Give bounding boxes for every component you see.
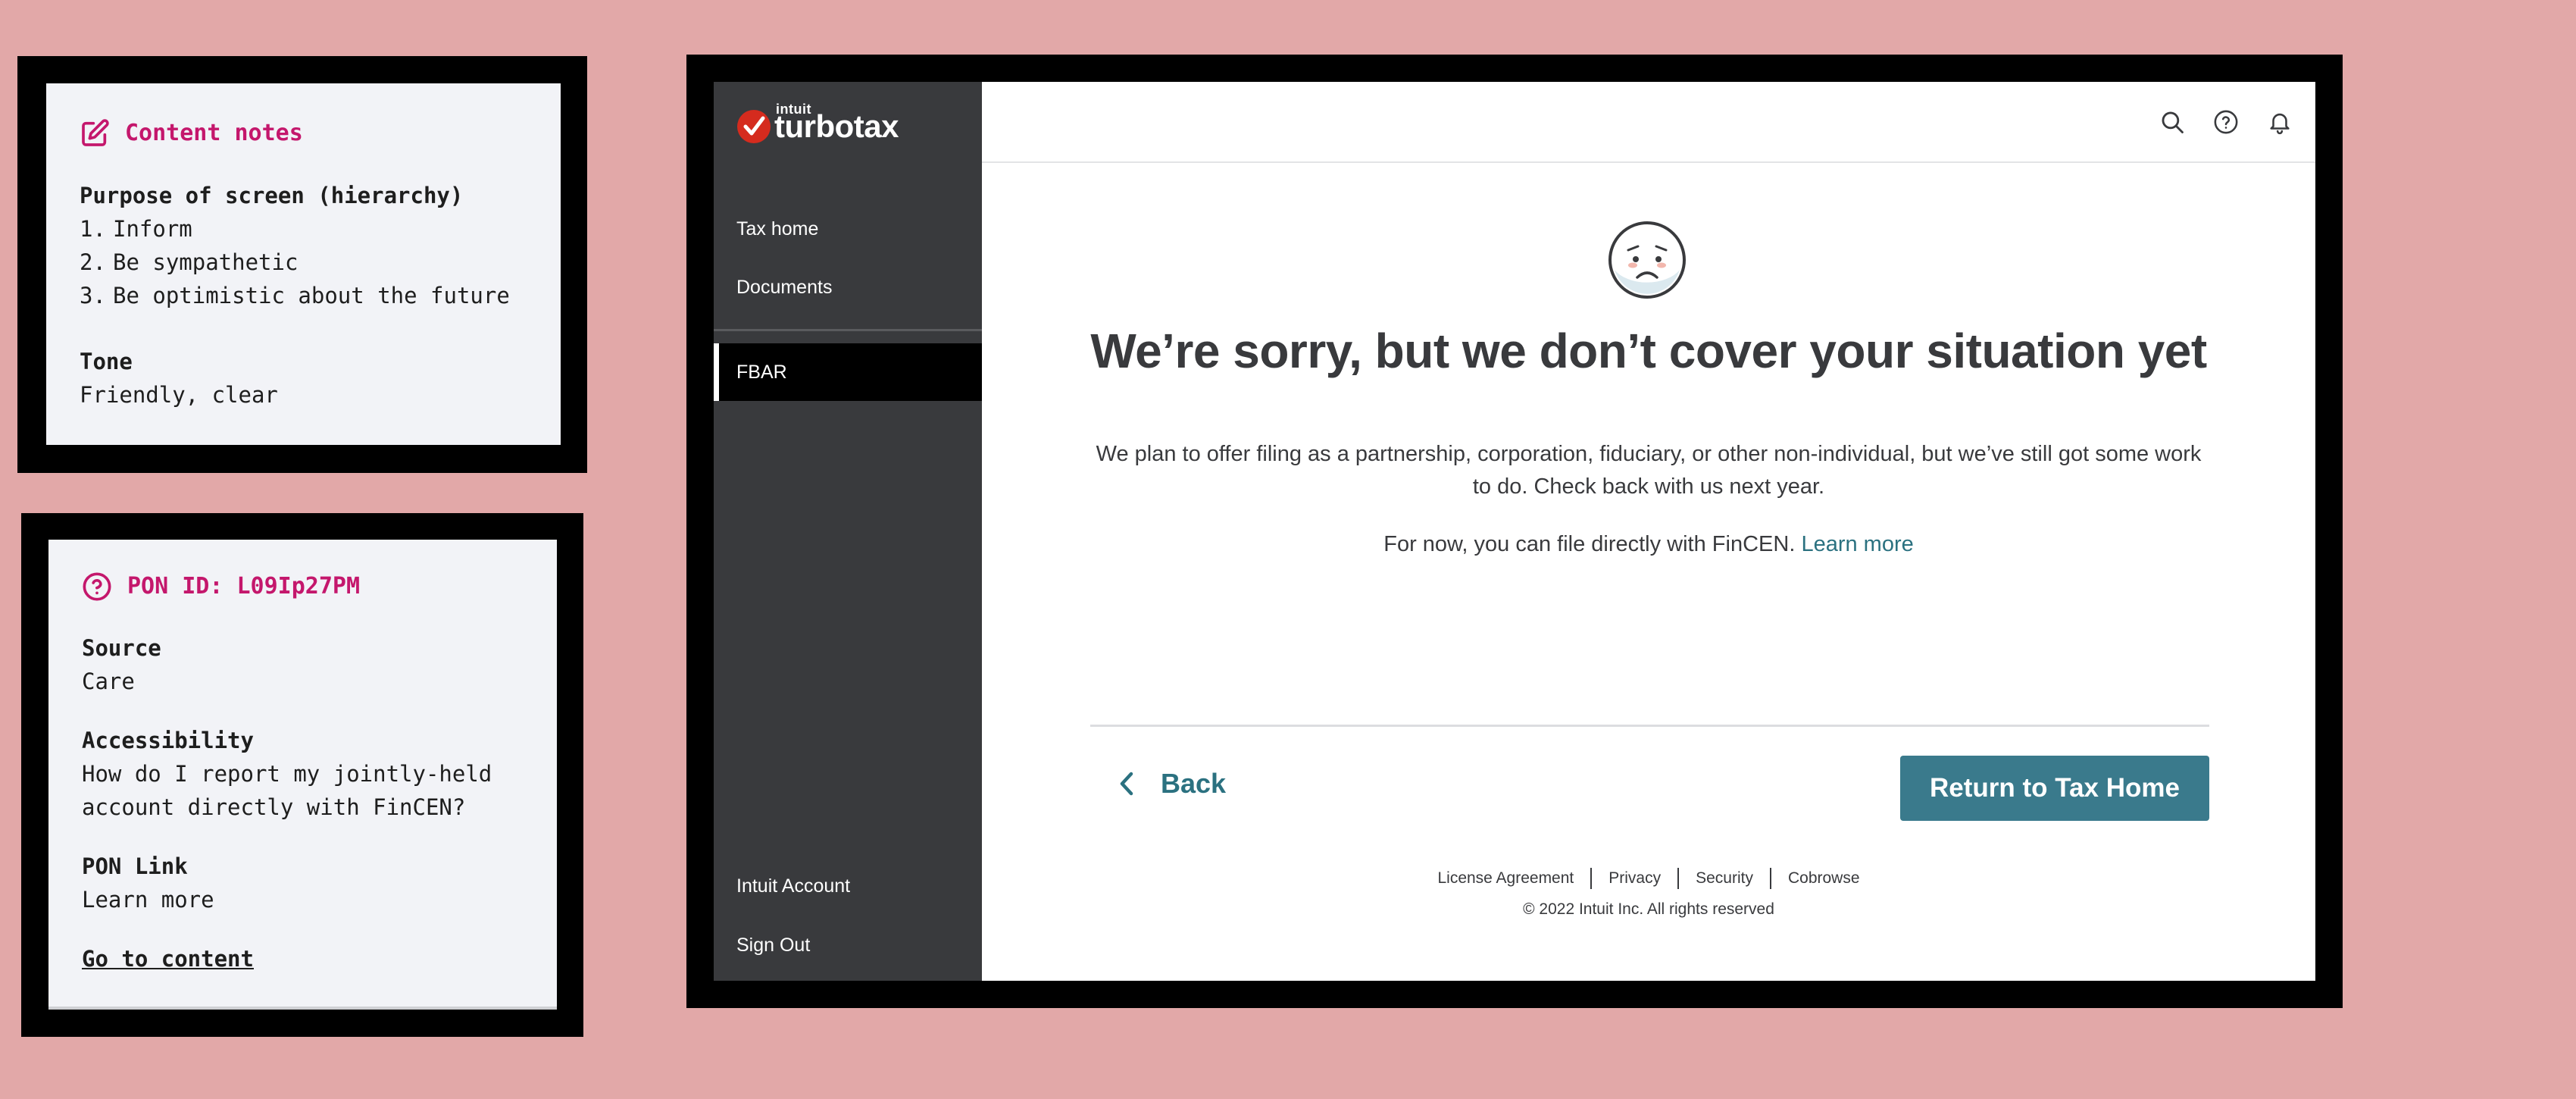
list-item: 1. Inform [80,216,192,242]
footer-separator [1769,868,1771,889]
list-item: 2. Be sympathetic [80,249,299,275]
body-message-secondary: For now, you can file directly with FinC… [982,532,2315,557]
main-content: We’re sorry, but we don’t cover your sit… [982,82,2315,981]
sidebar-divider [714,329,982,331]
learn-more-link[interactable]: Learn more [1801,532,1913,556]
body-message: We plan to offer filing as a partnership… [1096,442,2202,499]
search-icon[interactable] [2159,109,2185,135]
return-to-tax-home-button[interactable]: Return to Tax Home [1900,756,2209,821]
pon-link-label: PON Link [82,853,188,879]
logo-intuit-text: intuit [776,102,811,117]
bell-icon[interactable] [2267,109,2293,135]
sidebar-item-sign-out[interactable]: Sign Out [736,935,810,957]
source-label: Source [82,635,161,661]
sad-face-icon [1608,221,1686,299]
sidebar-item-fbar[interactable]: FBAR [714,343,982,401]
pon-id-title: PON ID: L09Ip27PM [127,573,361,600]
footer-separator [1590,868,1593,889]
logo-text: intuit turbotax [774,102,899,146]
top-bar [982,82,2315,163]
turbotax-logo[interactable]: intuit turbotax [736,102,899,146]
sidebar: intuit turbotax Tax home Documents FBAR … [714,82,982,981]
tone-value: Friendly, clear [80,382,278,408]
accessibility-line-2: account directly with FinCEN? [82,794,466,820]
footer-links: License Agreement Privacy Security Cobro… [982,868,2315,889]
content-notes-card: Content notes Purpose of screen (hierarc… [46,83,561,445]
sidebar-item-intuit-account[interactable]: Intuit Account [736,875,850,897]
sidebar-item-tax-home[interactable]: Tax home [736,218,818,240]
edit-icon [82,119,109,146]
content-notes-header: Content notes [80,117,527,150]
sidebar-item-label: FBAR [736,361,787,383]
purpose-list: 1. Inform 2. Be sympathetic 3. Be optimisti… [80,212,527,312]
page-title: We’re sorry, but we don’t cover your sit… [1090,324,2207,378]
source-value: Care [82,668,135,694]
pon-card: PON ID: L09Ip27PM Source Care Accessibil… [48,540,557,1010]
back-button[interactable]: Back [1118,768,1226,800]
sidebar-item-documents[interactable]: Documents [736,277,832,299]
list-item: 3. Be optimistic about the future [80,283,510,308]
back-label: Back [1161,768,1227,799]
help-icon[interactable] [2213,109,2239,135]
help-circle-icon [83,572,111,601]
chevron-left-icon [1120,772,1133,796]
checkmark-logo-icon [737,110,771,143]
license-agreement-link[interactable]: License Agreement [1437,869,1574,888]
tone-label: Tone [80,349,133,374]
purpose-label: Purpose of screen (hierarchy) [80,183,464,208]
cobrowse-link[interactable]: Cobrowse [1788,869,1860,888]
app-frame: intuit turbotax Tax home Documents FBAR … [686,55,2343,1008]
file-directly-text: For now, you can file directly with FinC… [1383,532,1796,556]
turbotax-app: intuit turbotax Tax home Documents FBAR … [714,82,2315,981]
section-divider [1090,725,2209,727]
copyright: © 2022 Intuit Inc. All rights reserved [1523,900,1774,918]
security-link[interactable]: Security [1696,869,1753,888]
pon-card-header: PON ID: L09Ip27PM [82,570,524,603]
content-notes-title: Content notes [125,120,303,146]
privacy-link[interactable]: Privacy [1608,869,1661,888]
accessibility-label: Accessibility [82,728,254,753]
go-to-content-link[interactable]: Go to content [82,942,524,975]
accessibility-line-1: How do I report my jointly-held [82,761,492,787]
footer-separator [1677,868,1680,889]
pon-link-value: Learn more [82,887,214,913]
